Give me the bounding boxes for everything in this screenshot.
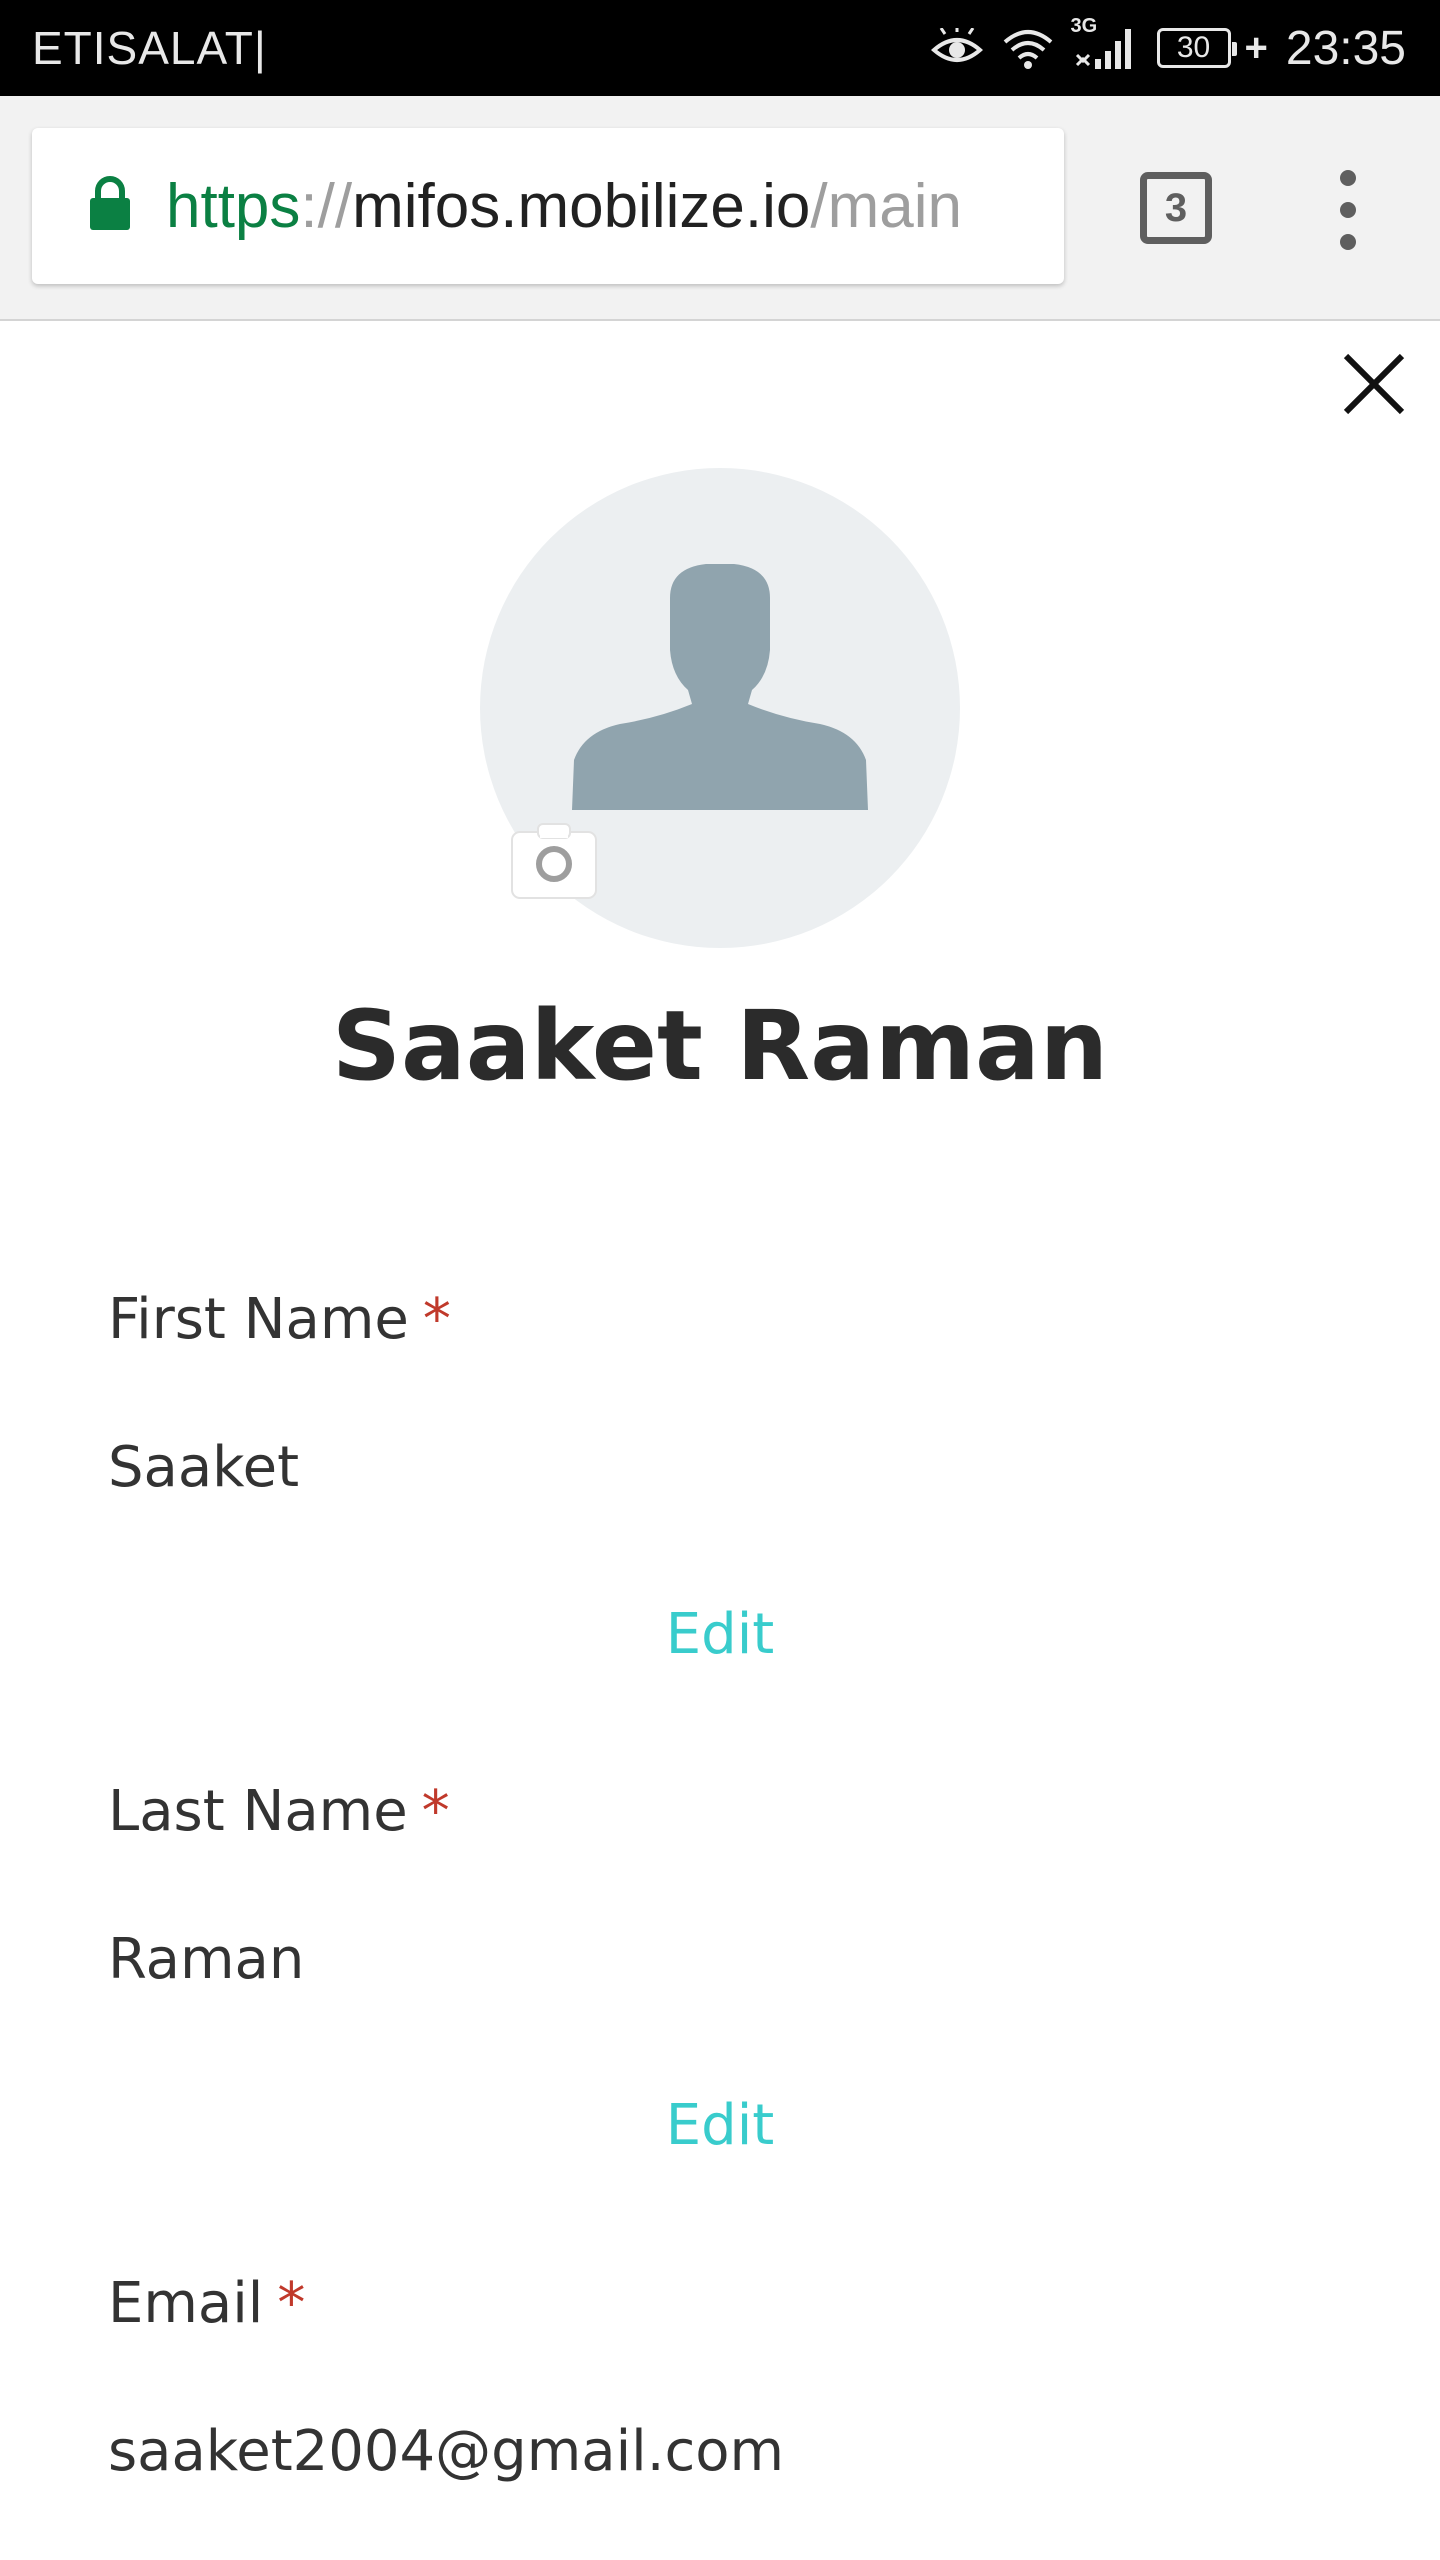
close-icon[interactable]: [1340, 350, 1408, 418]
last-name-label: Last Name *: [108, 1779, 450, 1844]
edit-last-name-button[interactable]: Edit: [0, 2093, 1440, 2158]
carrier-name: ETISALAT|: [32, 22, 267, 74]
browser-toolbar: https://mifos.mobilize.io/main 3: [0, 96, 1440, 321]
status-bar: ETISALAT| 3G 30 + 23:35: [0, 0, 1440, 96]
email-label: Email *: [108, 2271, 305, 2336]
menu-dot: [1340, 234, 1356, 250]
eye-icon: [930, 28, 983, 68]
charging-indicator: +: [1244, 25, 1268, 70]
last-name-label-text: Last Name: [108, 1779, 408, 1844]
status-icons: 3G 30 + 23:35: [930, 15, 1406, 76]
required-mark: *: [421, 1779, 450, 1844]
wifi-icon: [1001, 26, 1055, 70]
menu-dot: [1340, 170, 1356, 186]
signal-icon: 3G: [1071, 15, 1139, 71]
battery-level: 30: [1176, 31, 1211, 64]
first-name-value: Saaket: [108, 1435, 300, 1500]
lock-icon[interactable]: [88, 175, 132, 237]
more-vert-icon[interactable]: [1328, 170, 1368, 250]
menu-dot: [1340, 202, 1356, 218]
first-name-label-text: First Name: [108, 1287, 409, 1352]
first-name-label: First Name *: [108, 1287, 451, 1352]
network-type: 3G: [1070, 15, 1098, 37]
address-bar[interactable]: https://mifos.mobilize.io/main: [32, 128, 1064, 284]
last-name-value: Raman: [108, 1927, 305, 1992]
camera-icon[interactable]: [510, 820, 598, 900]
email-value: saaket2004@gmail.com: [108, 2419, 785, 2484]
status-time: 23:35: [1285, 21, 1406, 75]
edit-first-name-button[interactable]: Edit: [0, 1602, 1440, 1667]
battery-indicator: 30: [1156, 28, 1237, 68]
required-mark: *: [422, 1287, 451, 1352]
url-path: /main: [810, 171, 962, 241]
url-text[interactable]: https://mifos.mobilize.io/main: [166, 171, 962, 242]
tab-count: 3: [1164, 185, 1188, 230]
email-label-text: Email: [108, 2271, 264, 2336]
url-scheme: https: [166, 171, 301, 241]
profile-name: Saaket Raman: [331, 990, 1109, 1102]
url-host: mifos.mobilize.io: [352, 171, 811, 241]
url-separator: ://: [300, 171, 353, 241]
required-mark: *: [277, 2271, 306, 2336]
tab-switcher-button[interactable]: 3: [1140, 172, 1212, 244]
